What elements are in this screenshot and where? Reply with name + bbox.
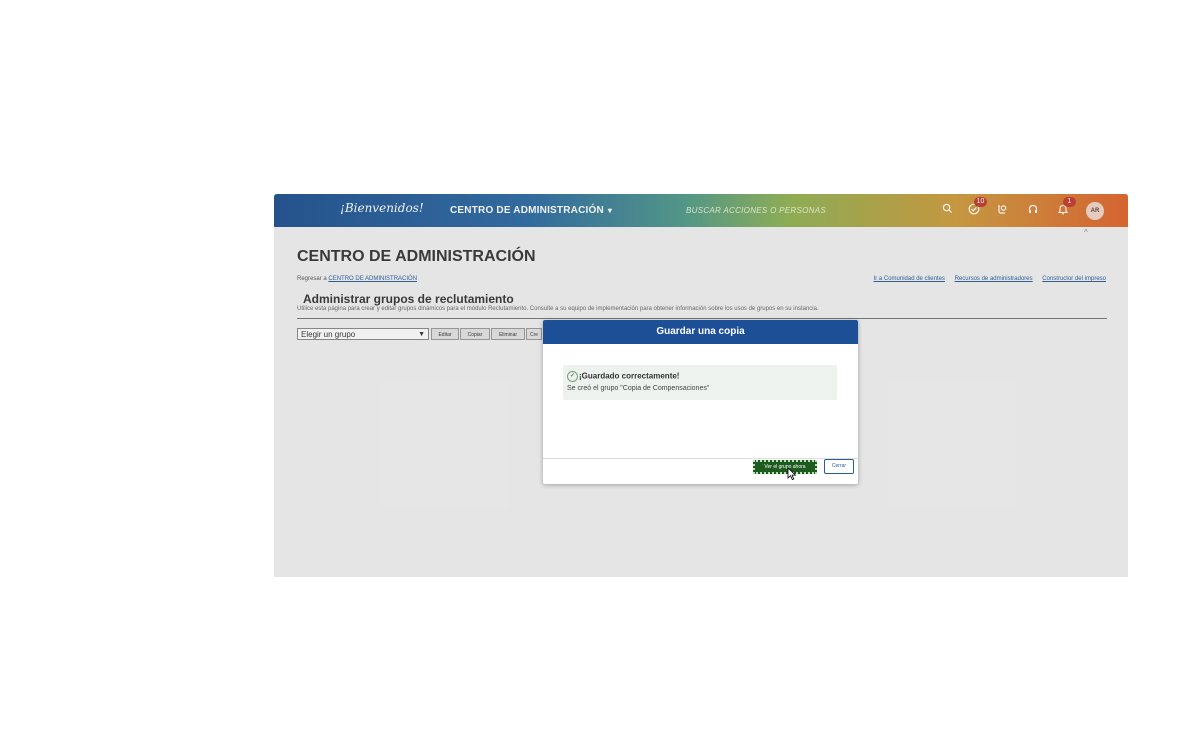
view-group-button[interactable]: Ver el grupo ahora	[753, 460, 817, 474]
close-button[interactable]: Cerrar	[824, 459, 854, 474]
mouse-pointer-icon	[787, 467, 797, 481]
dialog-title: Guardar una copia	[543, 320, 858, 344]
success-message: Se creó el grupo "Copia de Compensacione…	[567, 385, 710, 392]
check-circle-icon: ✓	[567, 371, 578, 382]
save-copy-dialog: Guardar una copia ✓ ¡Guardado correctamen…	[543, 320, 858, 484]
success-title-text: ¡Guardado correctamente!	[579, 371, 680, 381]
success-message-strip: ✓ ¡Guardado correctamente! Se creó el gru…	[563, 365, 837, 400]
dialog-footer-divider	[543, 458, 858, 459]
success-title: ✓ ¡Guardado correctamente!	[567, 371, 679, 382]
